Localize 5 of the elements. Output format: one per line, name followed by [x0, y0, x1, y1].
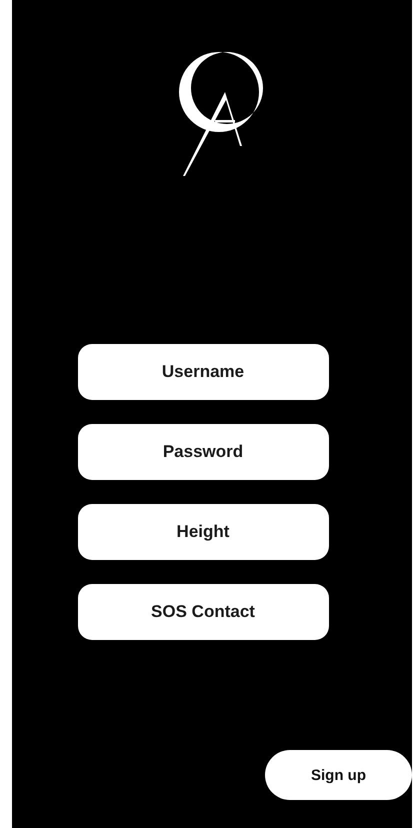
sign-up-button[interactable]: Sign up [265, 750, 412, 800]
input-field[interactable]: SOS Contact [78, 584, 328, 640]
input-field[interactable]: Password [78, 424, 328, 480]
input-field[interactable]: Height [78, 504, 328, 560]
input-field[interactable]: Username [78, 344, 328, 400]
